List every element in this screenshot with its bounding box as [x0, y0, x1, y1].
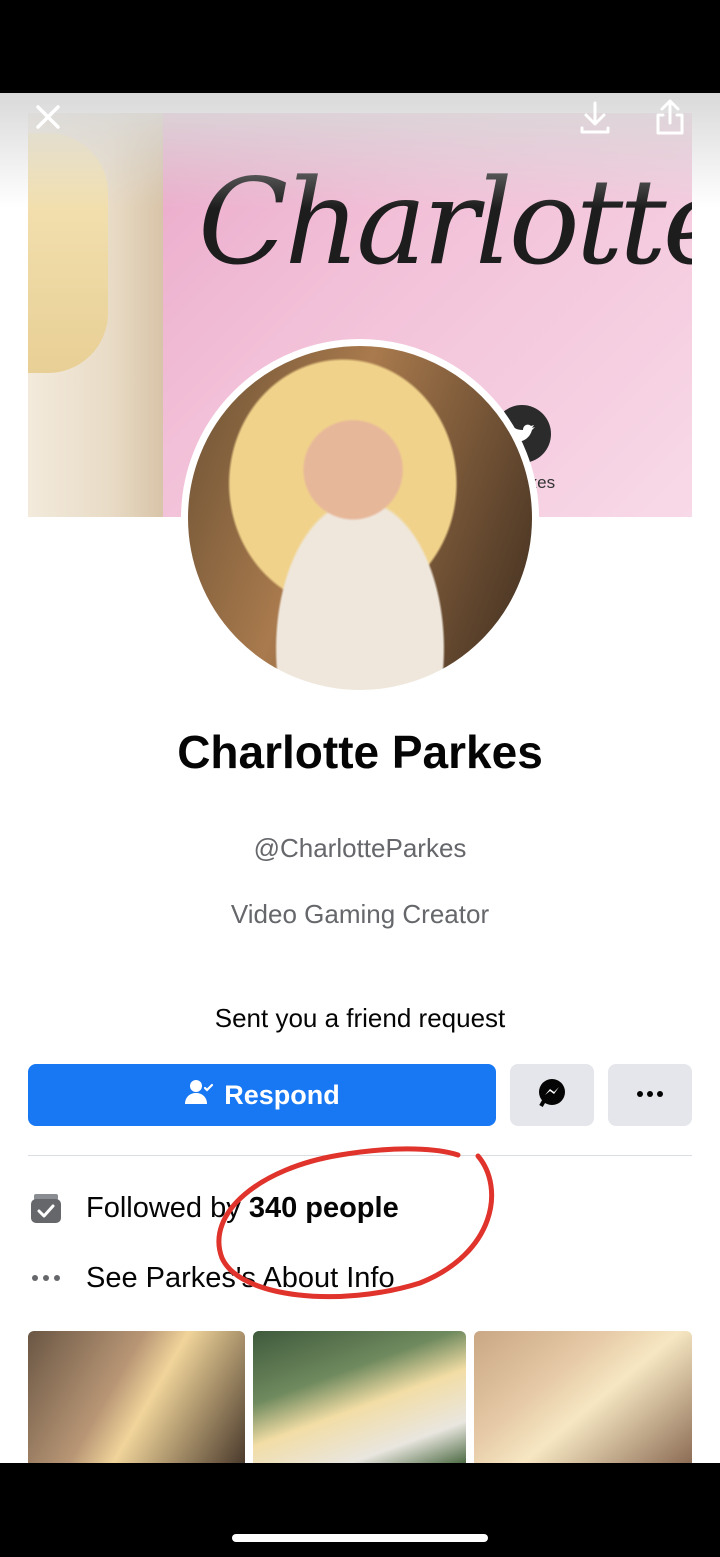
photo-thumbnail[interactable] [28, 1331, 245, 1463]
profile-name: Charlotte Parkes [177, 726, 543, 778]
respond-person-icon [184, 1077, 214, 1114]
more-options-button[interactable] [608, 1064, 692, 1126]
close-icon[interactable] [26, 95, 70, 139]
followers-row[interactable]: Followed by 340 people [28, 1188, 399, 1228]
messenger-icon [535, 1076, 569, 1115]
about-info-link: See Parkes's About Info [86, 1261, 395, 1294]
profile-screen: Charlotte Pa rkes Charlotte Parkes @Char… [0, 93, 720, 1463]
photo-thumbnail[interactable] [474, 1331, 692, 1463]
share-icon[interactable] [648, 95, 692, 139]
respond-label: Respond [224, 1079, 340, 1110]
section-divider [28, 1155, 692, 1156]
profile-category: Video Gaming Creator [230, 899, 490, 929]
followed-by-label: Followed by [86, 1191, 249, 1224]
photo-thumbnail[interactable] [253, 1331, 466, 1463]
followers-icon [28, 1190, 64, 1226]
about-info-row[interactable]: See Parkes's About Info [28, 1258, 395, 1298]
message-button[interactable] [510, 1064, 594, 1126]
profile-avatar[interactable] [181, 339, 539, 697]
download-icon[interactable] [573, 95, 617, 139]
followed-count: 340 people [248, 1191, 399, 1224]
more-icon [635, 1086, 665, 1104]
photo-grid [28, 1331, 692, 1463]
respond-button[interactable]: Respond [28, 1064, 496, 1126]
ellipsis-icon [28, 1260, 64, 1296]
profile-handle: @CharlotteParkes [253, 833, 467, 863]
friend-request-message: Sent you a friend request [214, 1003, 506, 1033]
home-indicator[interactable] [232, 1534, 488, 1542]
